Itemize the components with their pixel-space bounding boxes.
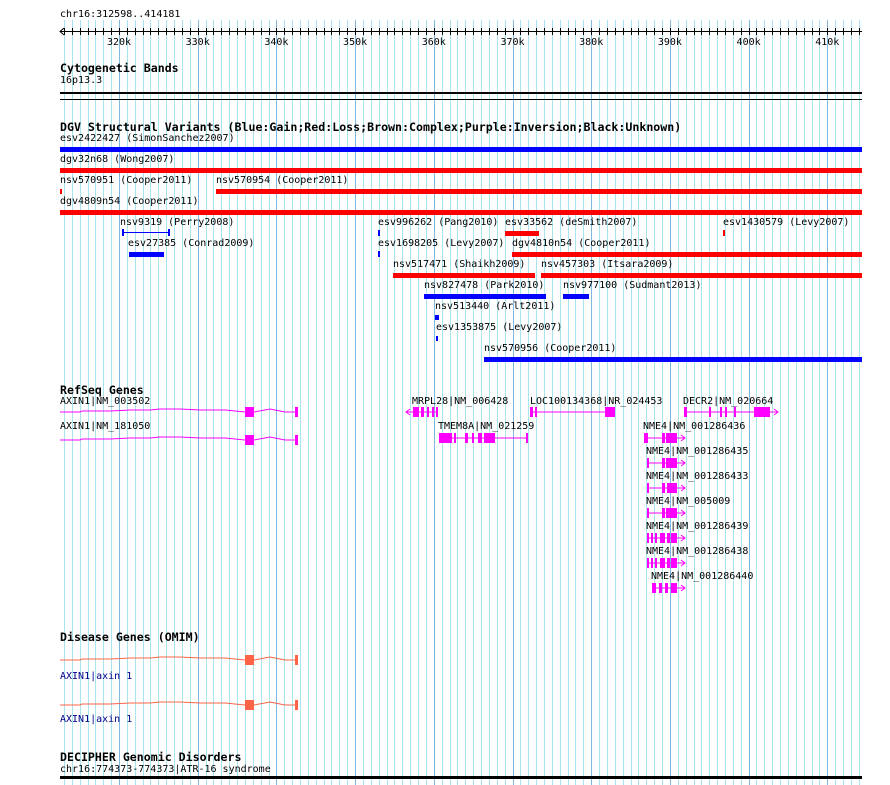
- exon: [647, 458, 649, 468]
- exon: [660, 558, 665, 568]
- exon: [754, 407, 766, 417]
- gene-nme4: [647, 508, 686, 518]
- exon: [644, 433, 648, 443]
- gene-nme4: [647, 458, 686, 468]
- exon: [766, 407, 770, 417]
- exon: [655, 558, 657, 568]
- exon: [666, 508, 671, 518]
- intron-line: [60, 436, 246, 441]
- exon: [526, 433, 528, 443]
- gene-nme4: [647, 533, 686, 543]
- exon: [655, 533, 657, 543]
- exon: [671, 458, 677, 468]
- gene-nme4: [644, 433, 686, 443]
- exon: [671, 533, 677, 543]
- exon: [478, 433, 482, 443]
- exon: [671, 558, 677, 568]
- exon: [295, 435, 298, 445]
- exon: [647, 483, 649, 493]
- exon: [245, 407, 254, 417]
- exon: [671, 433, 677, 443]
- gene-nme4: [647, 558, 686, 568]
- exon: [245, 700, 254, 710]
- exon: [647, 508, 649, 518]
- omim-gene-axin1: [60, 655, 298, 665]
- exon: [662, 483, 665, 493]
- exon: [662, 433, 665, 443]
- exon: [465, 433, 468, 443]
- exon: [671, 583, 677, 593]
- gene-glyphs: [60, 407, 779, 710]
- intron-line: [60, 656, 246, 661]
- exon: [665, 583, 668, 593]
- exon: [489, 433, 495, 443]
- exon: [484, 433, 489, 443]
- exon: [454, 433, 456, 443]
- intron-line: [253, 656, 296, 661]
- exon: [439, 433, 452, 443]
- exon: [720, 407, 722, 417]
- exon: [535, 407, 537, 417]
- gene-axin1-nm003502: [60, 407, 298, 417]
- omim-gene-axin1: [60, 700, 298, 710]
- exon: [245, 435, 254, 445]
- exon: [671, 508, 677, 518]
- exon: [667, 558, 670, 568]
- exon: [734, 407, 736, 417]
- gene-mrpl28: [405, 407, 438, 417]
- exon: [295, 407, 298, 417]
- exon: [295, 700, 298, 710]
- exon: [427, 407, 429, 417]
- genome-browser-panel: chr16:312598..414181 320k 330k 340k 350k 360…: [0, 0, 890, 785]
- exon: [662, 458, 665, 468]
- exon: [652, 583, 656, 593]
- exon: [647, 533, 649, 543]
- exon: [671, 483, 677, 493]
- exon: [651, 533, 653, 543]
- exon: [667, 483, 671, 493]
- exon: [413, 407, 419, 417]
- gene-nme4: [652, 583, 686, 593]
- exon: [662, 508, 665, 518]
- exon: [436, 407, 438, 417]
- exon: [659, 583, 662, 593]
- exon: [245, 655, 254, 665]
- intron-line: [60, 701, 246, 706]
- gene-nme4: [647, 483, 686, 493]
- exon: [666, 433, 671, 443]
- intron-line: [253, 701, 296, 706]
- exon: [530, 407, 533, 417]
- exon: [684, 407, 687, 417]
- intron-line: [253, 408, 296, 413]
- exon: [725, 407, 727, 417]
- gene-axin1-nm181050: [60, 435, 298, 445]
- exon: [709, 407, 711, 417]
- intron-line: [60, 408, 246, 413]
- exon: [667, 533, 670, 543]
- intron-line: [253, 436, 296, 441]
- gene-decr2: [684, 407, 779, 417]
- exon: [647, 558, 649, 568]
- exon: [666, 458, 671, 468]
- exon: [421, 407, 424, 417]
- gene-loc100134368: [530, 407, 615, 417]
- exon: [660, 533, 665, 543]
- exon: [472, 433, 474, 443]
- exon: [295, 655, 298, 665]
- gene-tmem8a: [439, 433, 528, 443]
- exon: [651, 558, 653, 568]
- exon: [605, 407, 615, 417]
- exon: [432, 407, 434, 417]
